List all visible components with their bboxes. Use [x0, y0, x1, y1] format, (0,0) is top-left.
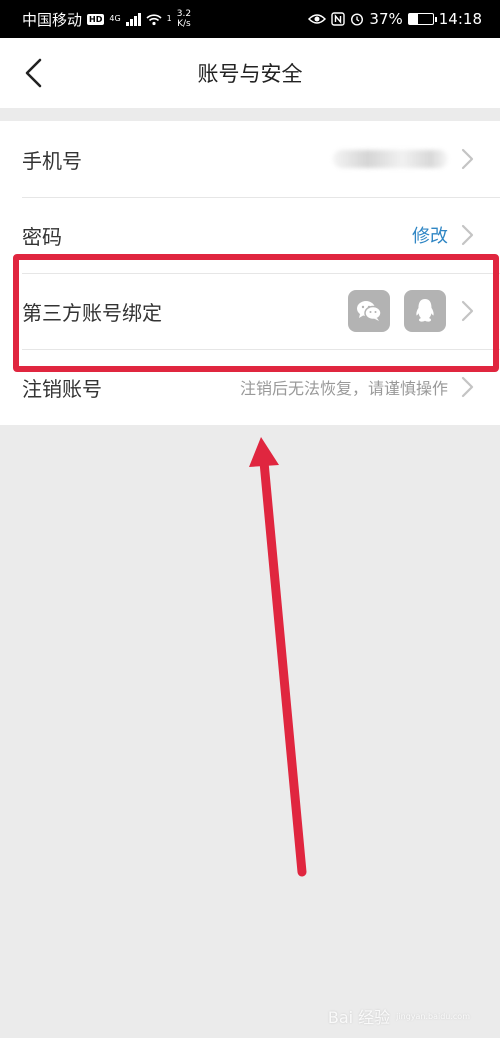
chevron-right-icon — [461, 300, 474, 322]
wifi-sup-label: 1 — [166, 14, 172, 23]
watermark-brand: Bai 经验 — [327, 1008, 391, 1027]
nfc-icon — [331, 12, 346, 26]
chevron-right-icon — [461, 224, 474, 246]
third-party-label: 第三方账号绑定 — [22, 300, 162, 325]
alarm-icon — [351, 13, 364, 26]
speed-value: 3.2 — [176, 9, 192, 19]
qq-icon[interactable] — [404, 290, 446, 332]
password-right: 修改 — [412, 222, 476, 248]
page-title: 账号与安全 — [197, 62, 303, 86]
clock: 14:18 — [438, 10, 482, 28]
watermark-url: jingyan.baidu.com — [396, 1011, 470, 1021]
phone-number-masked — [333, 150, 448, 168]
settings-list: 手机号 密码 修改 第三方账号绑定 注销账号 注销后无法恢复，请谨慎操作 — [0, 121, 500, 425]
third-party-right — [348, 290, 476, 332]
wechat-icon[interactable] — [348, 290, 390, 332]
phone-right — [333, 148, 476, 170]
status-bar: 中国移动 HD 4G 1 3.2 K/s 37% 14:18 — [0, 0, 500, 38]
password-label: 密码 — [22, 224, 62, 249]
battery-level — [408, 14, 418, 24]
carrier-label: 中国移动 — [22, 10, 83, 29]
battery-icon — [407, 13, 437, 25]
network-speed: 3.2 K/s — [177, 9, 191, 29]
third-party-binding-row[interactable]: 第三方账号绑定 — [0, 273, 500, 349]
cancel-account-right: 注销后无法恢复，请谨慎操作 — [240, 375, 476, 399]
cancel-account-label: 注销账号 — [22, 376, 102, 401]
watermark: Bai 经验 jingyan.baidu.com — [328, 1004, 470, 1028]
cancel-account-row[interactable]: 注销账号 注销后无法恢复，请谨慎操作 — [0, 349, 500, 425]
network-gen-label: 4G — [109, 14, 121, 23]
battery-percent: 37% — [369, 10, 403, 28]
hd-badge: HD — [87, 13, 105, 25]
chevron-right-icon — [461, 148, 474, 170]
nav-bar: 账号与安全 — [0, 38, 500, 108]
status-right: 37% 14:18 — [308, 10, 482, 28]
back-arrow-icon[interactable] — [20, 58, 50, 88]
eye-comfort-icon — [308, 14, 327, 24]
modify-password-link[interactable]: 修改 — [412, 222, 448, 248]
wifi-icon — [146, 14, 162, 26]
phone-label: 手机号 — [22, 148, 82, 173]
signal-icon — [125, 12, 141, 26]
phone-row[interactable]: 手机号 — [0, 121, 500, 197]
chevron-right-icon — [461, 376, 474, 398]
bound-accounts — [348, 290, 446, 332]
speed-unit: K/s — [177, 19, 191, 29]
status-left: 中国移动 HD 4G 1 3.2 K/s — [22, 9, 191, 30]
cancel-account-hint: 注销后无法恢复，请谨慎操作 — [239, 379, 448, 398]
password-row[interactable]: 密码 修改 — [0, 197, 500, 273]
